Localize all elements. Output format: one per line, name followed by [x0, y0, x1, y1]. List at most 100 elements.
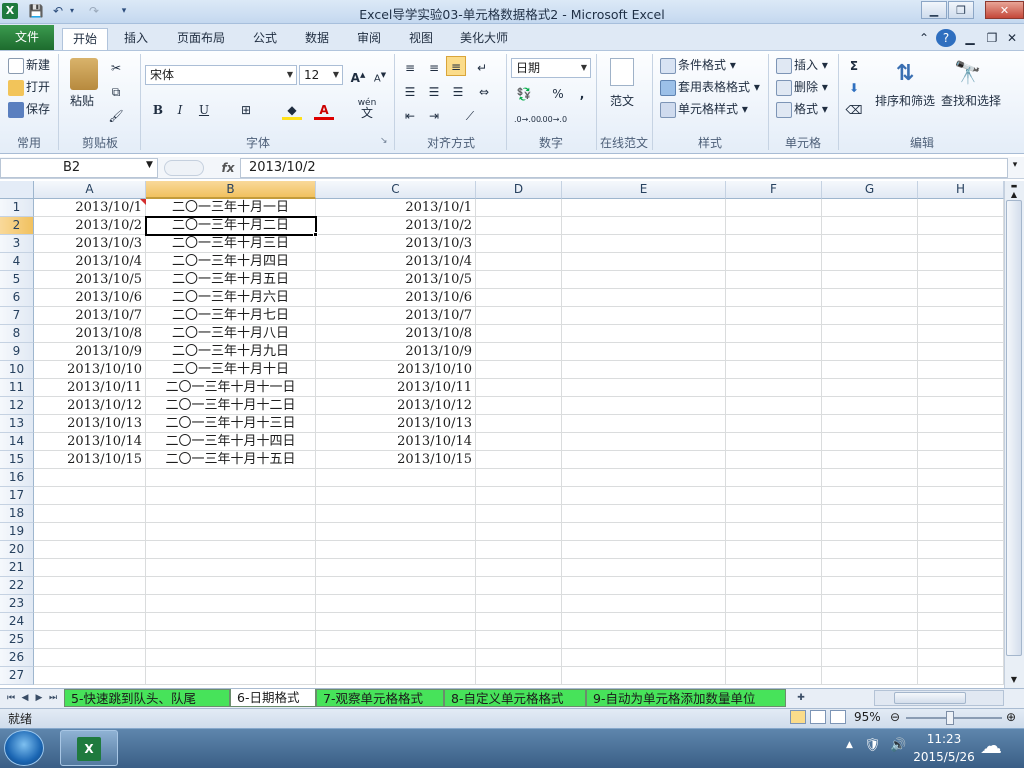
cell-d7[interactable] [476, 307, 562, 325]
cell-a23[interactable] [34, 595, 146, 613]
cell-c16[interactable] [316, 469, 476, 487]
cell-b18[interactable] [146, 505, 316, 523]
cell-b24[interactable] [146, 613, 316, 631]
cell-b12[interactable]: 二〇一三年十月十二日 [146, 397, 316, 415]
cell-c13[interactable]: 2013/10/13 [316, 415, 476, 433]
cell-g4[interactable] [822, 253, 918, 271]
sheet-tab[interactable]: 7-观察单元格格式 [316, 689, 444, 707]
cell-g13[interactable] [822, 415, 918, 433]
cell-h23[interactable] [918, 595, 1004, 613]
insert-cells-button[interactable]: 插入 ▾ [776, 56, 828, 76]
cell-b10[interactable]: 二〇一三年十月十日 [146, 361, 316, 379]
cell-f2[interactable] [726, 217, 822, 235]
cell-f9[interactable] [726, 343, 822, 361]
cell-c8[interactable]: 2013/10/8 [316, 325, 476, 343]
cell-b4[interactable]: 二〇一三年十月四日 [146, 253, 316, 271]
cell-b3[interactable]: 二〇一三年十月三日 [146, 235, 316, 253]
zoom-out-icon[interactable]: ⊖ [890, 710, 900, 724]
start-windows-icon[interactable] [4, 730, 44, 766]
formula-expand-icon[interactable]: ▾ [1008, 160, 1022, 170]
cell-a20[interactable] [34, 541, 146, 559]
wrap-text-icon[interactable]: ↵ [472, 58, 492, 78]
cell-h6[interactable] [918, 289, 1004, 307]
row-header[interactable]: 24 [0, 613, 34, 631]
show-hidden-icons[interactable]: ▲ [846, 740, 853, 750]
cell-h15[interactable] [918, 451, 1004, 469]
cell-b17[interactable] [146, 487, 316, 505]
cell-c20[interactable] [316, 541, 476, 559]
cell-d2[interactable] [476, 217, 562, 235]
cell-e18[interactable] [562, 505, 726, 523]
cell-e22[interactable] [562, 577, 726, 595]
page-layout-view-icon[interactable] [810, 710, 826, 724]
cell-h26[interactable] [918, 649, 1004, 667]
increase-decimal-icon[interactable]: .0→.00 [514, 110, 541, 130]
row-header[interactable]: 6 [0, 289, 34, 307]
row-header[interactable]: 11 [0, 379, 34, 397]
cell-f6[interactable] [726, 289, 822, 307]
shrink-font-icon[interactable]: A▼ [370, 65, 390, 85]
cell-f8[interactable] [726, 325, 822, 343]
security-shield-icon[interactable]: 🛡 [864, 738, 881, 753]
align-bottom-icon[interactable]: ≡ [446, 56, 466, 76]
find-select-button[interactable]: 查找和选择 [941, 92, 1001, 112]
cell-g16[interactable] [822, 469, 918, 487]
cell-d14[interactable] [476, 433, 562, 451]
cell-e11[interactable] [562, 379, 726, 397]
orientation-icon[interactable]: ⟋ [460, 106, 480, 126]
clock-date[interactable]: 2015/5/26 [910, 750, 978, 764]
cell-a5[interactable]: 2013/10/5 [34, 271, 146, 289]
percent-button[interactable]: % [548, 84, 568, 104]
prev-sheet-icon[interactable]: ◀ [18, 690, 32, 706]
name-box[interactable]: B2 [0, 158, 158, 178]
cell-h4[interactable] [918, 253, 1004, 271]
fanwen-button[interactable]: 范文 [610, 92, 634, 112]
cell-d12[interactable] [476, 397, 562, 415]
cell-a9[interactable]: 2013/10/9 [34, 343, 146, 361]
cell-c24[interactable] [316, 613, 476, 631]
cell-g20[interactable] [822, 541, 918, 559]
cell-d9[interactable] [476, 343, 562, 361]
cell-c6[interactable]: 2013/10/6 [316, 289, 476, 307]
cell-g24[interactable] [822, 613, 918, 631]
cell-a22[interactable] [34, 577, 146, 595]
underline-button[interactable]: U [194, 100, 214, 120]
cell-b14[interactable]: 二〇一三年十月十四日 [146, 433, 316, 451]
cell-d20[interactable] [476, 541, 562, 559]
cell-a19[interactable] [34, 523, 146, 541]
cell-c26[interactable] [316, 649, 476, 667]
sheet-tab[interactable]: 5-快速跳到队头、队尾 [64, 689, 230, 707]
cell-b22[interactable] [146, 577, 316, 595]
cell-b5[interactable]: 二〇一三年十月五日 [146, 271, 316, 289]
tab-data[interactable]: 数据 [296, 28, 338, 50]
cell-b1[interactable]: 二〇一三年十月一日 [146, 199, 316, 217]
cell-e9[interactable] [562, 343, 726, 361]
cell-a13[interactable]: 2013/10/13 [34, 415, 146, 433]
format-painter-icon[interactable]: 🖌 [106, 106, 126, 126]
cell-e27[interactable] [562, 667, 726, 685]
name-box-dropdown-icon[interactable]: ▼ [146, 160, 153, 170]
cell-b13[interactable]: 二〇一三年十月十三日 [146, 415, 316, 433]
cell-h1[interactable] [918, 199, 1004, 217]
tab-file[interactable]: 文件 [0, 25, 54, 50]
row-header[interactable]: 18 [0, 505, 34, 523]
cell-g18[interactable] [822, 505, 918, 523]
cell-c5[interactable]: 2013/10/5 [316, 271, 476, 289]
cell-e17[interactable] [562, 487, 726, 505]
currency-icon[interactable]: 💱 [514, 84, 534, 104]
column-header-e[interactable]: E [562, 181, 726, 199]
save-ribbon-button[interactable]: 保存 [8, 100, 50, 120]
scroll-up-icon[interactable]: ▲ [1006, 190, 1022, 200]
cell-g5[interactable] [822, 271, 918, 289]
phonetic-button[interactable]: wén 文 [354, 98, 380, 119]
cell-b21[interactable] [146, 559, 316, 577]
cell-g12[interactable] [822, 397, 918, 415]
font-size-combo[interactable]: 12 ▼ [299, 65, 343, 85]
page-break-view-icon[interactable] [830, 710, 846, 724]
cell-e4[interactable] [562, 253, 726, 271]
cell-a15[interactable]: 2013/10/15 [34, 451, 146, 469]
cell-f13[interactable] [726, 415, 822, 433]
cell-e2[interactable] [562, 217, 726, 235]
cell-b27[interactable] [146, 667, 316, 685]
cell-g19[interactable] [822, 523, 918, 541]
